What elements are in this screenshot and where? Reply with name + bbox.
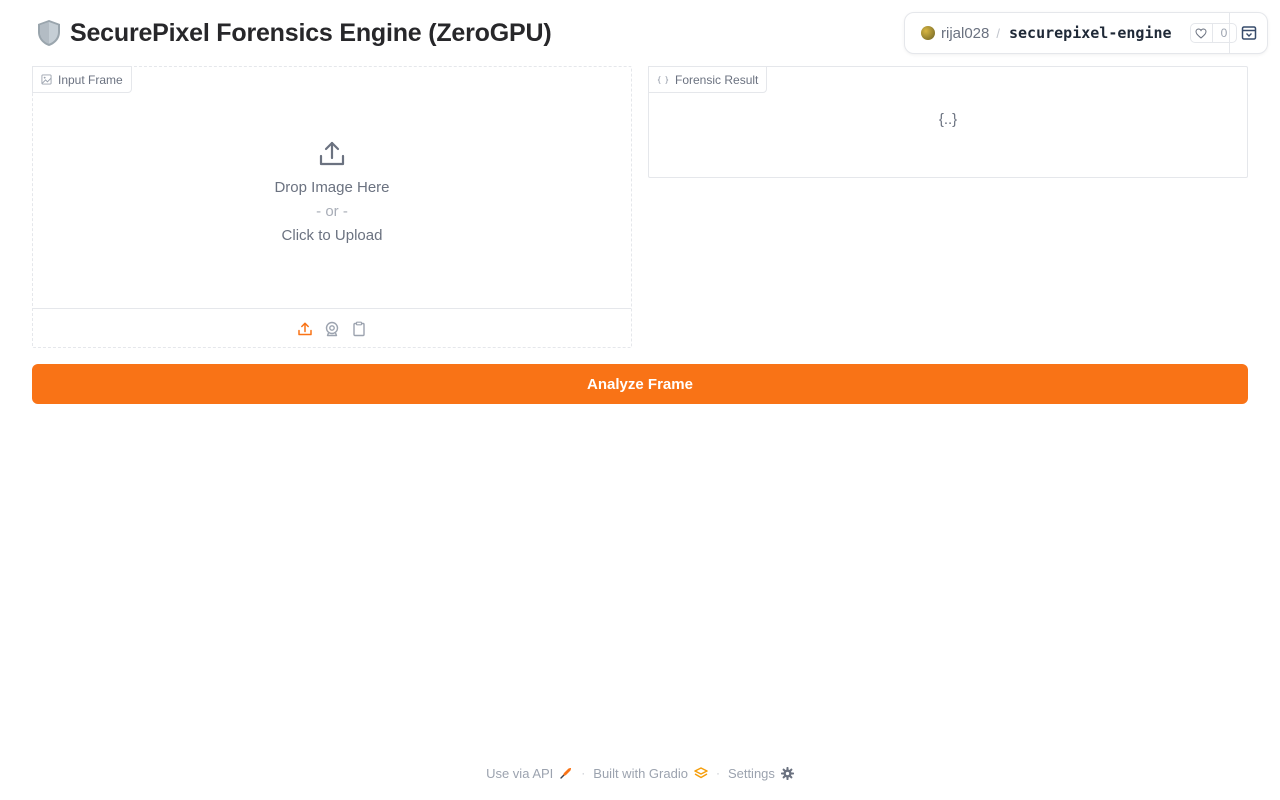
collapse-icon xyxy=(1241,26,1256,40)
rocket-icon xyxy=(560,768,572,779)
json-icon xyxy=(657,75,669,84)
analyze-frame-button[interactable]: Analyze Frame xyxy=(32,364,1248,404)
clipboard-source-button[interactable] xyxy=(351,320,368,337)
image-drop-zone[interactable]: Drop Image Here - or - Click to Upload xyxy=(33,67,631,308)
space-name-link[interactable]: securepixel-engine xyxy=(1009,24,1172,42)
forensic-result-panel: Forensic Result {..} xyxy=(648,66,1248,178)
space-owner-link[interactable]: rijal028 xyxy=(941,25,989,42)
gear-icon xyxy=(780,766,794,780)
avatar[interactable] xyxy=(921,26,935,40)
use-via-api-text: Use via API xyxy=(486,765,554,781)
webcam-source-button[interactable] xyxy=(324,320,341,337)
settings-link[interactable]: Settings xyxy=(728,766,794,781)
footer: Use via API · Built with Gradio · Settin… xyxy=(0,763,1280,783)
gradio-logo-icon xyxy=(694,767,708,779)
input-frame-panel: Input Frame Drop Image Here - or - Click… xyxy=(32,66,632,348)
upload-source-button[interactable] xyxy=(297,320,314,337)
json-empty-placeholder: {..} xyxy=(938,111,958,128)
settings-text: Settings xyxy=(727,765,775,781)
drop-image-text: Drop Image Here xyxy=(274,179,390,196)
use-via-api-link[interactable]: Use via API xyxy=(486,766,573,781)
clipboard-icon xyxy=(353,321,365,336)
page-title-text: SecurePixel Forensics Engine (ZeroGPU) xyxy=(70,18,552,47)
or-text: - or - xyxy=(316,203,348,220)
shield-icon xyxy=(38,20,60,46)
owner-separator: / xyxy=(996,25,1000,41)
upload-icon xyxy=(298,322,312,335)
footer-separator: · xyxy=(715,766,720,780)
built-with-gradio-text: Built with Gradio xyxy=(593,765,688,781)
webcam-icon xyxy=(325,321,339,336)
forensic-result-label-text: Forensic Result xyxy=(675,72,759,87)
click-to-upload-text: Click to Upload xyxy=(281,227,383,244)
page-title: SecurePixel Forensics Engine (ZeroGPU) xyxy=(34,16,552,50)
heart-icon xyxy=(1191,24,1213,42)
space-badge: rijal028 / securepixel-engine 0 xyxy=(904,12,1268,54)
collapse-badge-button[interactable] xyxy=(1229,13,1267,53)
footer-separator: · xyxy=(581,766,586,780)
image-source-selector xyxy=(33,308,631,348)
upload-icon xyxy=(319,141,345,166)
built-with-gradio-link[interactable]: Built with Gradio xyxy=(593,766,708,781)
forensic-result-label: Forensic Result xyxy=(648,66,768,93)
